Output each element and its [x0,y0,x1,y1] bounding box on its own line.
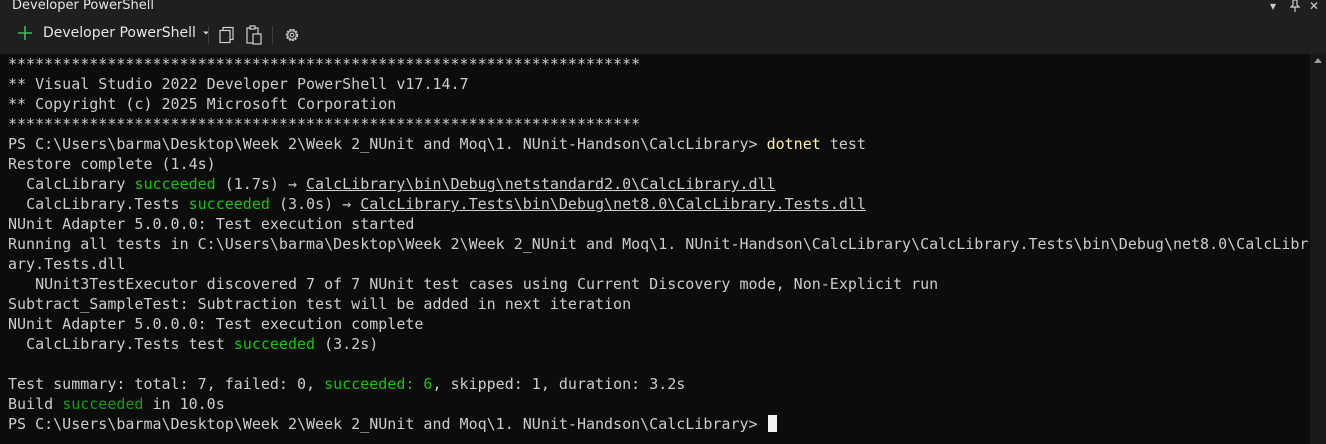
project-name: CalcLibrary [26,175,126,193]
prompt-line: PS C:\Users\barma\Desktop\Week 2\Week 2_… [8,134,866,154]
paste-button[interactable] [245,25,263,45]
test-result-line: CalcLibrary.Tests test succeeded (3.2s) [8,334,378,354]
copy-icon [219,26,234,44]
terminal-line: ****************************************… [8,55,641,73]
terminal-line: NUnit3TestExecutor discovered 7 of 7 NUn… [8,275,939,293]
status-succeeded: succeeded [188,195,270,213]
command-arg: test [829,135,866,153]
test-time: (3.2s) [324,335,379,353]
new-terminal-button[interactable]: Developer PowerShell [17,25,210,41]
build-summary-line: Build succeeded in 10.0s [8,394,225,414]
new-terminal-label: Developer PowerShell [43,25,196,41]
test-summary-line: Test summary: total: 7, failed: 0, succe… [8,374,685,394]
title-bar: Developer PowerShell ▾ ✕ [0,0,1326,14]
text-cursor [767,415,777,432]
status-succeeded: succeeded [233,335,316,353]
test-result-prefix: CalcLibrary.Tests test [26,335,225,353]
plus-icon [18,26,32,40]
close-icon[interactable]: ✕ [1309,0,1319,12]
toolbar-divider [272,26,273,44]
terminal-line: Restore complete (1.4s) [8,155,216,173]
build-suffix: in 10.0s [152,395,225,413]
terminal-toolbar: Developer PowerShell [0,14,1326,55]
project-name: CalcLibrary.Tests [26,195,180,213]
vertical-scrollbar[interactable] [1310,54,1326,444]
arrow: → [342,195,352,213]
terminal-line: Running all tests in C:\Users\barma\Desk… [8,235,1309,253]
summary-succeeded: succeeded: 6 [324,375,433,393]
prompt-text: PS C:\Users\barma\Desktop\Week 2\Week 2_… [8,135,758,153]
prompt-text: PS C:\Users\barma\Desktop\Week 2\Week 2_… [8,415,758,433]
copy-button[interactable] [218,26,236,44]
prompt-line[interactable]: PS C:\Users\barma\Desktop\Week 2\Week 2_… [8,414,777,434]
output-path-link[interactable]: CalcLibrary.Tests\bin\Debug\net8.0\CalcL… [360,195,866,213]
terminal-line: NUnit Adapter 5.0.0.0: Test execution st… [8,215,415,233]
terminal-line: Subtract_SampleTest: Subtraction test wi… [8,295,632,313]
build-result-line: CalcLibrary.Tests succeeded (3.0s) → Cal… [8,194,866,214]
arrow: → [287,175,297,193]
settings-button[interactable] [283,26,301,44]
toolbar-divider [208,26,209,44]
gear-icon [285,28,299,42]
terminal-line: ary.Tests.dll [8,255,126,273]
terminal-line: ** Copyright (c) 2025 Microsoft Corporat… [8,95,397,113]
terminal-output[interactable]: ****************************************… [0,54,1310,444]
terminal-line: ** Visual Studio 2022 Developer PowerShe… [8,75,469,93]
scroll-up-arrow-icon[interactable] [1314,58,1322,63]
summary-prefix: Test summary: total: 7, failed: 0, [8,375,316,393]
build-prefix: Build [8,395,54,413]
build-result-line: CalcLibrary succeeded (1.7s) → CalcLibra… [8,174,776,194]
build-time: (3.0s) [278,195,334,213]
output-path-link[interactable]: CalcLibrary\bin\Debug\netstandard2.0\Cal… [306,175,776,193]
summary-suffix: , skipped: 1, duration: 3.2s [432,375,686,393]
terminal-line: ****************************************… [8,115,641,133]
build-time: (1.7s) [224,175,279,193]
status-succeeded: succeeded [134,175,216,193]
paste-icon [246,25,262,45]
terminal-line: NUnit Adapter 5.0.0.0: Test execution co… [8,315,424,333]
window-title: Developer PowerShell [12,0,155,13]
pin-icon[interactable] [1289,0,1301,14]
command-name: dotnet [766,135,821,153]
status-succeeded: succeeded [62,395,144,413]
window-menu-chevron-icon[interactable]: ▾ [1270,0,1276,12]
